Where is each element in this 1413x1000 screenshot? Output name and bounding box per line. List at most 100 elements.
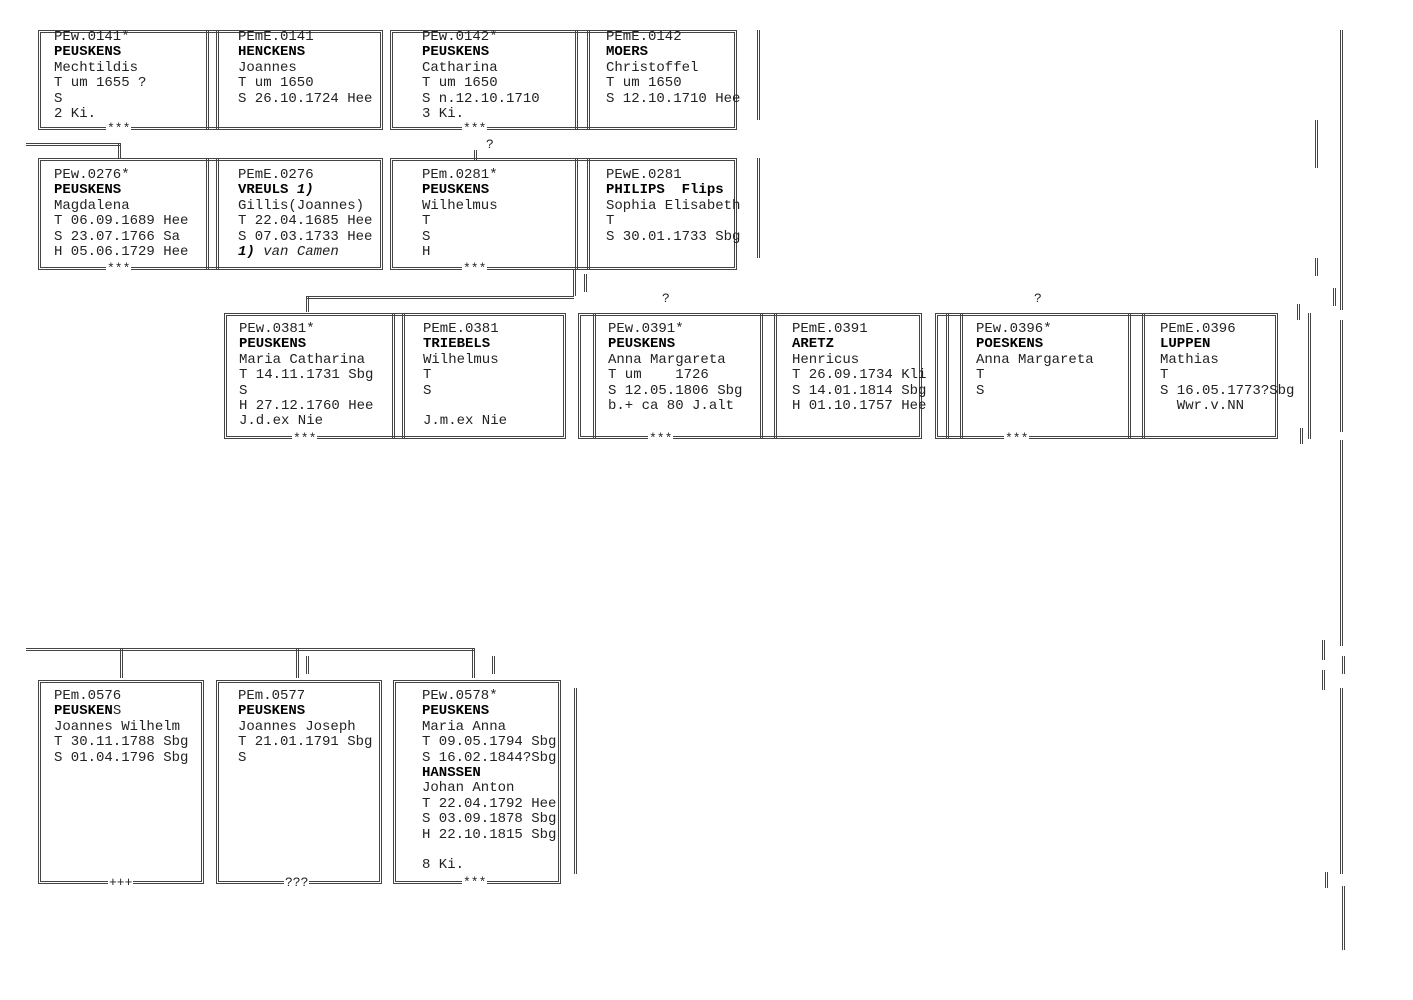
person-id: PEw.0391* [608,321,684,337]
frame-divider [1142,313,1145,439]
person-detail: J.m.ex Nie [423,413,508,430]
person-detail: T 14.11.1731 Sbg [239,367,374,384]
person-detail: S 30.01.1733 Sbg [606,228,741,245]
connector-line [1340,688,1343,874]
person-detail: T [423,367,432,384]
person-detail: S 16.02.1844?Sbg [422,749,557,766]
spouse-given-name: Johan Anton [422,780,515,797]
person-given-name: Wilhelmus [423,351,499,368]
person-detail: H 27.12.1760 Hee [239,397,374,414]
frame-divider [757,158,760,258]
person-detail: S [54,90,63,107]
frame-divider [587,30,590,130]
frame-divider [206,30,209,130]
person-surname: PEUSKENS [54,182,122,199]
person-detail: 3 Ki. [422,105,465,122]
connector-line [296,648,299,678]
connector-line [26,143,120,146]
person-card[interactable]: PEw.0276* PEUSKENS Magdalena T 06.09.168… [54,167,188,260]
frame-divider [206,158,209,270]
person-id: PEmE.0276 [238,167,314,183]
person-detail [423,399,507,414]
person-detail: T 26.09.1734 Kli [792,367,927,384]
person-card[interactable]: PEmE.0276 VREULS 1) Gillis(Joannes) T 22… [238,167,372,260]
person-detail: S 16.05.1773?Sbg [1160,382,1295,399]
person-surname: PEUSKENS [54,44,122,61]
person-detail: S [238,749,247,766]
person-card[interactable]: PEmE.0391 ARETZ Henricus T 26.09.1734 Kl… [792,321,927,414]
family-mark: *** [462,121,488,136]
person-given-name: Joannes Joseph [238,718,356,735]
frame-divider [946,313,949,439]
person-id: PEmE.0391 [792,321,868,337]
person-detail: T 09.05.1794 Sbg [422,734,557,751]
connector-line [1315,120,1318,168]
connector-line [1340,30,1343,310]
question-mark: ? [486,137,494,152]
person-surname: TRIEBELS [423,336,491,353]
person-id: PEw.0141* [54,29,130,45]
person-detail: H [422,243,431,260]
person-card[interactable]: PEw.0578* PEUSKENS Maria Anna T 09.05.17… [422,688,557,874]
person-card[interactable]: PEw.0396* POESKENS Anna Margareta T S [976,321,1094,399]
family-mark: *** [292,431,318,446]
person-card[interactable]: PEw.0381* PEUSKENS Maria Catharina T 14.… [239,321,374,430]
person-given-name: Henricus [792,351,860,368]
person-detail: S [423,382,432,399]
person-id: PEmE.0141 [238,29,314,45]
connector-line [584,274,587,292]
spouse-detail [422,843,556,858]
person-given-name: Gillis(Joannes) [238,197,365,214]
person-card[interactable]: PEm.0577 PEUSKENS Joannes Joseph T 21.01… [238,688,372,766]
footnote-ref: 1) [296,182,314,199]
person-given-name: Magdalena [54,197,130,214]
person-detail: S n.12.10.1710 [422,90,540,107]
connector-line [1342,886,1345,950]
person-detail: S 12.05.1806 Sbg [608,382,743,399]
frame-divider [392,313,395,439]
person-card[interactable]: PEwE.0281 PHILIPS Flips Sophia Elisabeth… [606,167,741,245]
person-id: PEw.0578* [422,688,498,704]
connector-line [118,143,121,159]
frame-divider [1128,313,1131,439]
person-card[interactable]: PEmE.0141 HENCKENS Joannes T um 1650 S 2… [238,29,373,107]
connector-line [1340,440,1343,646]
person-card[interactable]: PEw.0141* PEUSKENS Mechtildis T um 1655 … [54,29,146,122]
connector-line [472,648,475,678]
frame-divider [574,688,577,874]
person-given-name: Catharina [422,59,498,76]
person-surname: MOERS [606,44,649,61]
connector-line [1322,640,1325,660]
person-surname: POESKENS [976,336,1044,353]
person-card[interactable]: PEw.0142* PEUSKENS Catharina T um 1650 S… [422,29,540,122]
person-detail: T 30.11.1788 Sbg [54,734,189,751]
person-card[interactable]: PEm.0281* PEUSKENS Wilhelmus T S H [422,167,498,260]
family-mark: *** [462,261,488,276]
person-card[interactable]: PEmE.0142 MOERS Christoffel T um 1650 S … [606,29,740,107]
connector-line [306,296,574,299]
person-card[interactable]: PEw.0391* PEUSKENS Anna Margareta T um 1… [608,321,743,414]
family-mark: *** [106,261,132,276]
person-given-name: Joannes Wilhelm [54,718,181,735]
person-given-name: Mechtildis [54,59,139,76]
person-detail: T um 1650 [238,75,314,92]
family-mark: *** [462,875,488,890]
connector-line [120,648,123,678]
person-surname: PEUSKENS [608,336,676,353]
connector-line [1297,304,1300,320]
person-id: PEmE.0396 [1160,321,1236,337]
person-card[interactable]: PEmE.0381 TRIEBELS Wilhelmus T S J.m.ex … [423,321,508,430]
person-detail: S 26.10.1724 Hee [238,90,373,107]
person-detail: H 01.10.1757 Hee [792,397,927,414]
person-card[interactable]: PEmE.0396 LUPPEN Mathias T S 16.05.1773?… [1160,321,1295,414]
person-id: PEm.0281* [422,167,498,183]
frame-divider [1308,313,1311,439]
person-detail: 2 Ki. [54,105,97,122]
person-surname: LUPPEN [1160,336,1211,353]
connector-line [306,296,309,312]
person-id: PEw.0396* [976,321,1052,337]
connector-line [573,270,576,296]
person-card[interactable]: PEm.0576 PEUSKENS Joannes Wilhelm T 30.1… [54,688,189,766]
frame-divider [774,313,777,439]
connector-line [26,648,474,651]
